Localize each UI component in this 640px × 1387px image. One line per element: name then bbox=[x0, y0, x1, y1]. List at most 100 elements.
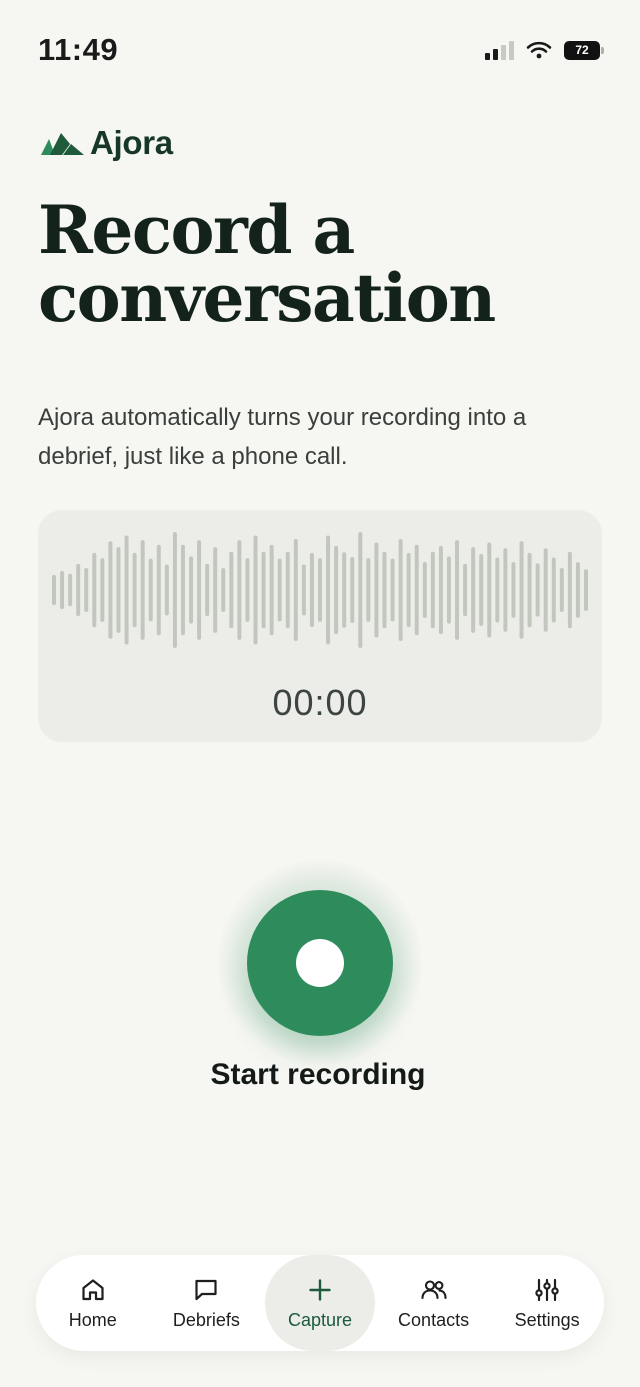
waveform-bar bbox=[172, 532, 177, 648]
waveform-bar bbox=[535, 563, 540, 617]
waveform-bar bbox=[197, 540, 202, 640]
waveform-bar bbox=[253, 535, 258, 645]
tab-label: Contacts bbox=[398, 1309, 470, 1330]
waveform-bar bbox=[390, 558, 395, 622]
chat-bubble-icon bbox=[192, 1276, 220, 1304]
waveform-bar bbox=[92, 552, 97, 628]
waveform-bar bbox=[164, 564, 169, 616]
page-title: Record a conversation bbox=[38, 191, 496, 337]
waveform-bar bbox=[108, 541, 113, 639]
capture-screen: 11:49 72 Ajora Record a conversation Ajo… bbox=[0, 0, 640, 1387]
waveform-bar bbox=[132, 552, 137, 628]
waveform-bar bbox=[326, 535, 331, 645]
waveform-bar bbox=[180, 544, 185, 636]
waveform-bar bbox=[213, 547, 218, 633]
battery-icon: 72 bbox=[564, 40, 604, 60]
brand-name: Ajora bbox=[90, 124, 173, 161]
brand-logo: Ajora bbox=[40, 124, 173, 162]
waveform-bar bbox=[205, 563, 210, 617]
tab-label: Debriefs bbox=[172, 1309, 240, 1330]
recording-timer: 00:00 bbox=[272, 682, 368, 723]
tab-settings[interactable]: Settings bbox=[490, 1255, 604, 1351]
leaf-logo-icon bbox=[41, 133, 84, 155]
waveform-bar bbox=[285, 551, 290, 629]
waveform-bar bbox=[455, 540, 460, 640]
waveform-bar bbox=[559, 567, 564, 613]
waveform-bar bbox=[519, 541, 524, 639]
people-icon bbox=[420, 1276, 448, 1304]
tab-label: Capture bbox=[287, 1309, 352, 1330]
waveform-bar bbox=[511, 562, 516, 618]
tab-label: Settings bbox=[514, 1309, 580, 1330]
tab-capture[interactable]: Capture bbox=[263, 1255, 377, 1351]
status-bar: 11:49 72 bbox=[38, 30, 604, 70]
waveform-bar bbox=[293, 538, 298, 642]
start-recording-button[interactable] bbox=[247, 890, 393, 1036]
status-indicators: 72 bbox=[485, 40, 604, 60]
page-description: Ajora automatically turns your recording… bbox=[38, 404, 527, 470]
waveform-bar bbox=[479, 554, 484, 626]
waveform-bar bbox=[422, 562, 427, 618]
waveform-bar bbox=[84, 567, 89, 613]
waveform-bar bbox=[567, 551, 572, 629]
sliders-icon bbox=[533, 1276, 561, 1304]
waveform-bar bbox=[140, 540, 145, 640]
cellular-signal-icon bbox=[485, 40, 514, 60]
tab-contacts[interactable]: Contacts bbox=[377, 1255, 491, 1351]
tab-label: Home bbox=[68, 1309, 117, 1330]
audio-waveform bbox=[52, 532, 588, 648]
waveform-bar bbox=[124, 535, 129, 645]
waveform-bar bbox=[584, 569, 588, 611]
waveform-bar bbox=[318, 558, 322, 622]
waveform-bar bbox=[221, 567, 226, 613]
waveform-bar bbox=[342, 552, 347, 628]
waveform-bar bbox=[471, 547, 476, 633]
waveform-bar bbox=[52, 574, 56, 606]
waveform-bar bbox=[269, 544, 274, 636]
start-recording-label: Start recording bbox=[210, 1058, 426, 1091]
record-dot-icon bbox=[296, 939, 344, 987]
waveform-bar bbox=[189, 556, 194, 624]
waveform-bar bbox=[116, 547, 121, 633]
waveform-bar bbox=[245, 558, 250, 622]
waveform-bar bbox=[309, 552, 314, 628]
tab-home[interactable]: Home bbox=[36, 1255, 150, 1351]
battery-level: 72 bbox=[564, 40, 600, 60]
status-time: 11:49 bbox=[38, 32, 119, 67]
waveform-bar bbox=[301, 564, 306, 616]
waveform-bar bbox=[495, 557, 500, 623]
waveform-bar bbox=[261, 551, 266, 629]
waveform-bar bbox=[100, 558, 105, 622]
waveform-bar bbox=[229, 551, 234, 629]
waveform-bar bbox=[237, 540, 242, 640]
waveform-bar bbox=[68, 573, 73, 607]
tab-debriefs[interactable]: Debriefs bbox=[150, 1255, 264, 1351]
waveform-bar bbox=[334, 545, 339, 635]
waveform-bar bbox=[350, 556, 355, 624]
waveform-bar bbox=[438, 545, 443, 635]
waveform-bar bbox=[76, 563, 81, 617]
waveform-bar bbox=[446, 556, 451, 624]
waveform-bar bbox=[60, 570, 65, 610]
waveform-bar bbox=[575, 562, 580, 618]
bottom-tab-bar: Home Debriefs Capture Contacts Settings bbox=[36, 1255, 604, 1351]
waveform-bar bbox=[374, 542, 379, 638]
waveform-bar bbox=[406, 552, 411, 628]
waveform-bar bbox=[277, 558, 282, 622]
waveform-bar bbox=[527, 552, 532, 628]
waveform-bar bbox=[156, 544, 161, 636]
waveform-bar bbox=[551, 557, 556, 623]
waveform-bar bbox=[358, 532, 363, 648]
waveform-bar bbox=[398, 538, 403, 642]
plus-icon bbox=[306, 1276, 334, 1304]
waveform-bar bbox=[503, 548, 508, 632]
waveform-card: 00:00 bbox=[38, 510, 602, 742]
waveform-bar bbox=[463, 563, 468, 617]
waveform-bar bbox=[487, 542, 492, 638]
wifi-icon bbox=[526, 41, 552, 59]
home-icon bbox=[79, 1276, 107, 1304]
waveform-bar bbox=[148, 558, 153, 622]
waveform-bar bbox=[414, 544, 419, 636]
waveform-bar bbox=[430, 551, 435, 629]
waveform-bar bbox=[366, 558, 371, 622]
